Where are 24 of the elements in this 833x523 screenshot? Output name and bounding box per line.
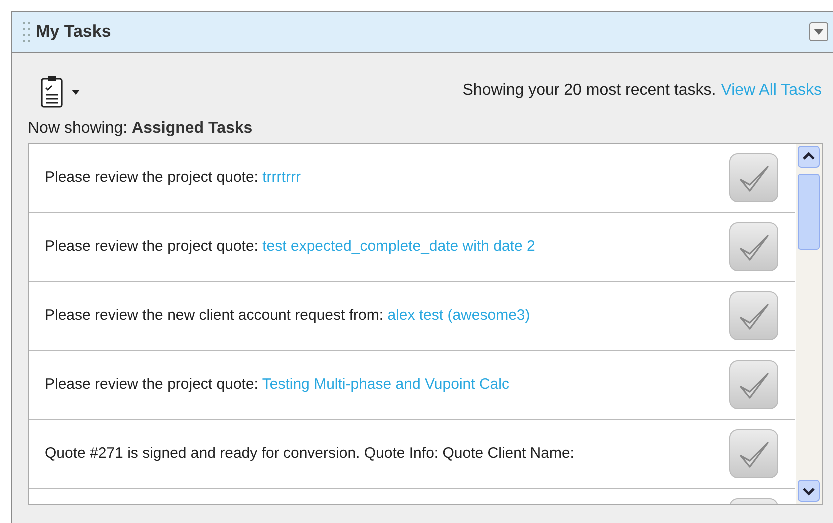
task-link[interactable]: Testing Multi-phase and Vupoint Calc	[262, 376, 510, 393]
complete-check-button[interactable]	[729, 360, 779, 410]
task-link[interactable]: test expected_complete_date with date 2	[262, 238, 536, 255]
collapse-menu-icon[interactable]	[809, 22, 829, 42]
complete-check-button[interactable]	[729, 222, 779, 272]
task-text: Please review the new client account request from:	[45, 306, 384, 324]
scroll-thumb[interactable]	[798, 174, 820, 250]
task-text: Please review the project quote:	[45, 238, 258, 255]
drag-handle-icon[interactable]	[22, 21, 32, 43]
now-showing-text: Now showing: Assigned Tasks	[28, 119, 254, 139]
scroll-down-icon[interactable]	[798, 480, 820, 502]
view-all-link[interactable]: View All Tasks	[721, 79, 822, 103]
complete-check-button[interactable]	[729, 153, 779, 203]
task-link[interactable]: alex test (awesome3)	[388, 306, 530, 324]
panel-title: My Tasks	[36, 21, 112, 44]
summary-text: Showing your 20 most recent tasks.	[462, 81, 716, 101]
task-link[interactable]: trrrtrrr	[262, 168, 301, 186]
task-text: Please review the project quote:	[45, 376, 258, 393]
complete-check-button[interactable]	[729, 291, 779, 341]
task-text: Please review the project quote:	[45, 168, 258, 186]
task-text: Quote #271 is signed and ready for conversion. Quote Info: Quote Client Name:	[45, 444, 574, 462]
complete-check-button[interactable]	[729, 429, 779, 479]
scrollbar[interactable]	[796, 144, 822, 504]
scroll-up-icon[interactable]	[798, 146, 820, 168]
